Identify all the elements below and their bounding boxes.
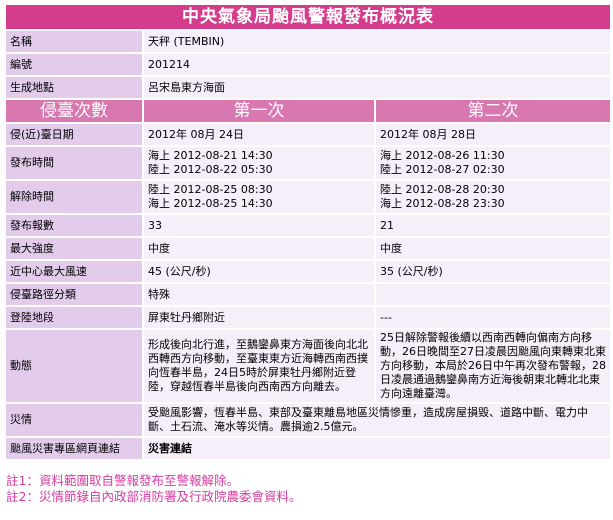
reports-first: 33	[144, 215, 374, 236]
lift-time-first: 陸上 2012-08-25 08:30 海上 2012-08-25 14:30	[144, 181, 374, 213]
movement-label: 動態	[6, 330, 142, 402]
date-first: 2012年 08月 24日	[144, 124, 374, 145]
wind-first: 45 (公尺/秒)	[144, 261, 374, 282]
origin-label: 生成地點	[6, 77, 142, 98]
movement-row: 動態 形成後向北行進，至鵝鑾鼻東方海面後向北北西轉西方向移動，至臺東東方近海轉西…	[6, 330, 611, 402]
name-value: 天秤 (TEMBIN)	[144, 31, 611, 52]
header-row: 侵臺次數 第一次 第二次	[6, 100, 611, 122]
lift-time-row: 解除時間 陸上 2012-08-25 08:30 海上 2012-08-25 1…	[6, 181, 611, 213]
issue-time-label: 發布時間	[6, 147, 142, 179]
footnotes: 註1：資料範圍取自警報發布至警報解除。 註2：災情節錄自內政部消防署及行政院農委…	[6, 473, 610, 505]
title-row: 中央氣象局颱風警報發布概況表	[6, 5, 611, 29]
page-title: 中央氣象局颱風警報發布概況表	[6, 5, 611, 29]
lift-time-first-sea: 海上 2012-08-25 14:30	[148, 197, 273, 210]
landfall-row: 登陸地段 屏東牡丹鄉附近 ---	[6, 307, 611, 328]
link-cell: 災害連結	[144, 438, 611, 459]
lift-time-second-land: 陸上 2012-08-28 20:30	[380, 183, 505, 196]
path-second	[376, 284, 611, 305]
path-label: 侵臺路徑分類	[6, 284, 142, 305]
disaster-link[interactable]: 災害連結	[148, 442, 192, 455]
number-row: 編號 201214	[6, 54, 611, 75]
intensity-label: 最大強度	[6, 238, 142, 259]
disaster-value: 受颱風影響，恆春半島、東部及臺東離島地區災情慘重，造成房屋損毀、道路中斷、電力中…	[144, 404, 611, 436]
landfall-second: ---	[376, 307, 611, 328]
origin-row: 生成地點 呂宋島東方海面	[6, 77, 611, 98]
date-row: 侵(近)臺日期 2012年 08月 24日 2012年 08月 28日	[6, 124, 611, 145]
intensity-second: 中度	[376, 238, 611, 259]
date-second: 2012年 08月 28日	[376, 124, 611, 145]
footnote-1: 註1：資料範圍取自警報發布至警報解除。	[6, 473, 239, 488]
issue-time-second: 海上 2012-08-26 11:30 陸上 2012-08-27 02:30	[376, 147, 611, 179]
landfall-label: 登陸地段	[6, 307, 142, 328]
date-label: 侵(近)臺日期	[6, 124, 142, 145]
link-row: 颱風災害專區網頁連結 災害連結	[6, 438, 611, 459]
movement-first: 形成後向北行進，至鵝鑾鼻東方海面後向北北西轉西方向移動，至臺東東方近海轉西南西撲…	[144, 330, 374, 402]
disaster-label: 災情	[6, 404, 142, 436]
header-second-visit: 第二次	[376, 100, 611, 122]
report-container: 中央氣象局颱風警報發布概況表 名稱 天秤 (TEMBIN) 編號 201214 …	[4, 3, 612, 505]
issue-time-second-sea: 海上 2012-08-26 11:30	[380, 149, 505, 162]
disaster-row: 災情 受颱風影響，恆春半島、東部及臺東離島地區災情慘重，造成房屋損毀、道路中斷、…	[6, 404, 611, 436]
intensity-row: 最大強度 中度 中度	[6, 238, 611, 259]
wind-row: 近中心最大風速 45 (公尺/秒) 35 (公尺/秒)	[6, 261, 611, 282]
footnote-2: 註2：災情節錄自內政部消防署及行政院農委會資料。	[6, 489, 302, 504]
wind-label: 近中心最大風速	[6, 261, 142, 282]
reports-label: 發布報數	[6, 215, 142, 236]
reports-row: 發布報數 33 21	[6, 215, 611, 236]
link-label: 颱風災害專區網頁連結	[6, 438, 142, 459]
lift-time-second: 陸上 2012-08-28 20:30 海上 2012-08-28 23:30	[376, 181, 611, 213]
path-first: 特殊	[144, 284, 374, 305]
intensity-first: 中度	[144, 238, 374, 259]
movement-second: 25日解除警報後續以西南西轉向偏南方向移動，26日晚間至27日凌晨因颱風向東轉東…	[376, 330, 611, 402]
lift-time-label: 解除時間	[6, 181, 142, 213]
issue-time-first: 海上 2012-08-21 14:30 陸上 2012-08-22 05:30	[144, 147, 374, 179]
landfall-first: 屏東牡丹鄉附近	[144, 307, 374, 328]
header-visit-count: 侵臺次數	[6, 100, 142, 122]
origin-value: 呂宋島東方海面	[144, 77, 611, 98]
issue-time-first-land: 陸上 2012-08-22 05:30	[148, 163, 273, 176]
typhoon-warning-table: 中央氣象局颱風警報發布概況表 名稱 天秤 (TEMBIN) 編號 201214 …	[4, 3, 612, 461]
number-label: 編號	[6, 54, 142, 75]
name-row: 名稱 天秤 (TEMBIN)	[6, 31, 611, 52]
issue-time-row: 發布時間 海上 2012-08-21 14:30 陸上 2012-08-22 0…	[6, 147, 611, 179]
issue-time-second-land: 陸上 2012-08-27 02:30	[380, 163, 505, 176]
path-row: 侵臺路徑分類 特殊	[6, 284, 611, 305]
number-value: 201214	[144, 54, 611, 75]
lift-time-first-land: 陸上 2012-08-25 08:30	[148, 183, 273, 196]
lift-time-second-sea: 海上 2012-08-28 23:30	[380, 197, 505, 210]
issue-time-first-sea: 海上 2012-08-21 14:30	[148, 149, 273, 162]
header-first-visit: 第一次	[144, 100, 374, 122]
wind-second: 35 (公尺/秒)	[376, 261, 611, 282]
reports-second: 21	[376, 215, 611, 236]
name-label: 名稱	[6, 31, 142, 52]
